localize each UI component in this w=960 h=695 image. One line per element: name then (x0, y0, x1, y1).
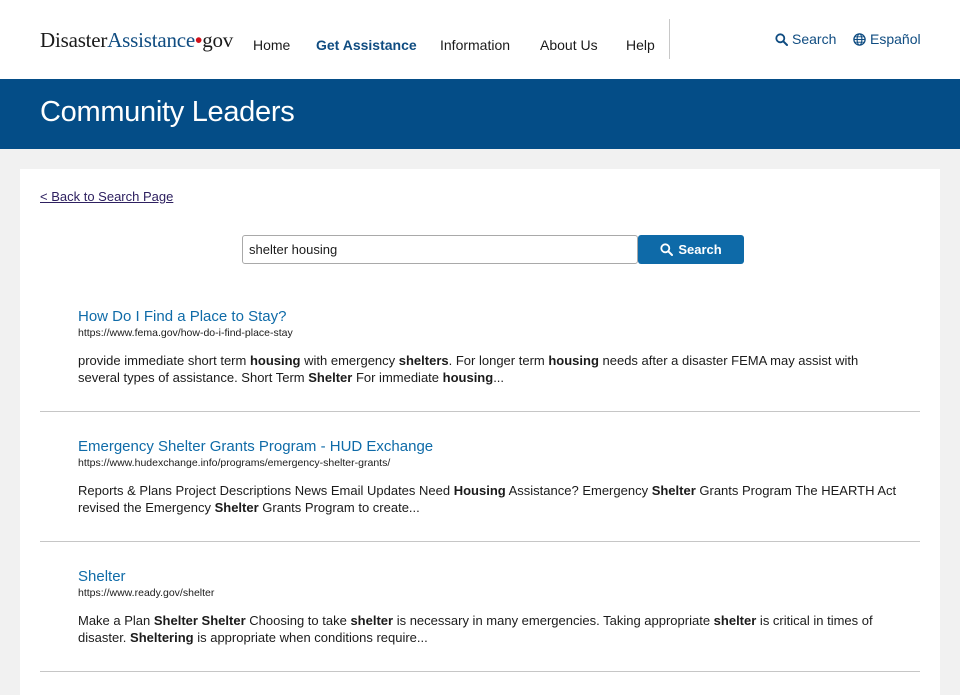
snippet-highlight: Shelter (308, 370, 353, 385)
nav-about-us[interactable]: About Us (540, 37, 598, 53)
snippet-text: with emergency (300, 353, 399, 368)
header-search-link[interactable]: Search (775, 31, 836, 47)
snippet-text: Make a Plan (78, 613, 154, 628)
search-button-label: Search (678, 242, 722, 257)
snippet-highlight: Housing (453, 483, 506, 498)
search-icon (775, 32, 788, 46)
snippet-text: is necessary in many emergencies. Taking… (393, 613, 714, 628)
result-divider (40, 541, 920, 542)
result-snippet: Reports & Plans Project Descriptions New… (78, 482, 898, 516)
search-result: Emergency Shelter Grants Program - HUD E… (78, 438, 898, 516)
snippet-highlight: Sheltering (130, 630, 194, 645)
result-title-link[interactable]: Emergency Shelter Grants Program - HUD E… (78, 438, 898, 455)
snippet-highlight: Shelter (214, 500, 259, 515)
nav-home[interactable]: Home (253, 37, 290, 53)
search-input[interactable] (242, 235, 638, 264)
site-logo[interactable]: DisasterAssistance•gov (40, 28, 233, 53)
globe-icon (853, 32, 866, 46)
logo-part-gov: gov (202, 28, 234, 52)
result-url: https://www.fema.gov/how-do-i-find-place… (78, 327, 293, 339)
search-result: Shelter https://www.ready.gov/shelter Ma… (78, 568, 898, 646)
snippet-highlight: housing (249, 353, 301, 368)
snippet-text: Reports & Plans Project Descriptions New… (78, 483, 454, 498)
snippet-highlight: housing (442, 370, 494, 385)
result-title-link[interactable]: Shelter (78, 568, 898, 585)
snippet-highlight: shelters (398, 353, 449, 368)
result-divider (40, 671, 920, 672)
language-label: Español (870, 31, 921, 47)
search-icon (660, 243, 674, 256)
back-to-search-link[interactable]: < Back to Search Page (40, 189, 173, 204)
result-url: https://www.ready.gov/shelter (78, 587, 215, 599)
site-header: DisasterAssistance•gov Home Get Assistan… (0, 0, 960, 79)
snippet-text: For immediate (352, 370, 443, 385)
results-panel: < Back to Search Page Search How Do I Fi… (20, 169, 940, 695)
nav-divider (669, 19, 670, 59)
result-snippet: Make a Plan Shelter Shelter Choosing to … (78, 612, 898, 646)
snippet-highlight: housing (548, 353, 599, 368)
snippet-text: is appropriate when conditions require..… (193, 630, 428, 645)
snippet-text: provide immediate short term (78, 353, 250, 368)
nav-information[interactable]: Information (440, 37, 510, 53)
snippet-text: . For longer term (448, 353, 549, 368)
result-snippet: provide immediate short term housing wit… (78, 352, 898, 386)
snippet-text: Grants Program to create... (258, 500, 420, 515)
logo-part-assistance: Assistance (107, 28, 196, 52)
page-title: Community Leaders (40, 96, 295, 128)
result-url: https://www.hudexchange.info/programs/em… (78, 457, 391, 469)
snippet-highlight: shelter (713, 613, 757, 628)
snippet-text: Assistance? Emergency (505, 483, 652, 498)
nav-get-assistance[interactable]: Get Assistance (316, 37, 417, 53)
page-banner: Community Leaders (0, 79, 960, 149)
snippet-highlight: Shelter (651, 483, 696, 498)
result-title-link[interactable]: How Do I Find a Place to Stay? (78, 308, 898, 325)
search-button[interactable]: Search (638, 235, 744, 264)
snippet-text: ... (493, 370, 505, 385)
snippet-highlight: shelter (350, 613, 394, 628)
header-search-label: Search (792, 31, 837, 47)
snippet-text: Choosing to take (245, 613, 351, 628)
nav-help[interactable]: Help (626, 37, 655, 53)
snippet-highlight: Shelter Shelter (153, 613, 246, 628)
logo-part-disaster: Disaster (40, 28, 108, 52)
result-divider (40, 411, 920, 412)
language-toggle[interactable]: Español (853, 31, 921, 47)
search-result: How Do I Find a Place to Stay? https://w… (78, 308, 898, 386)
